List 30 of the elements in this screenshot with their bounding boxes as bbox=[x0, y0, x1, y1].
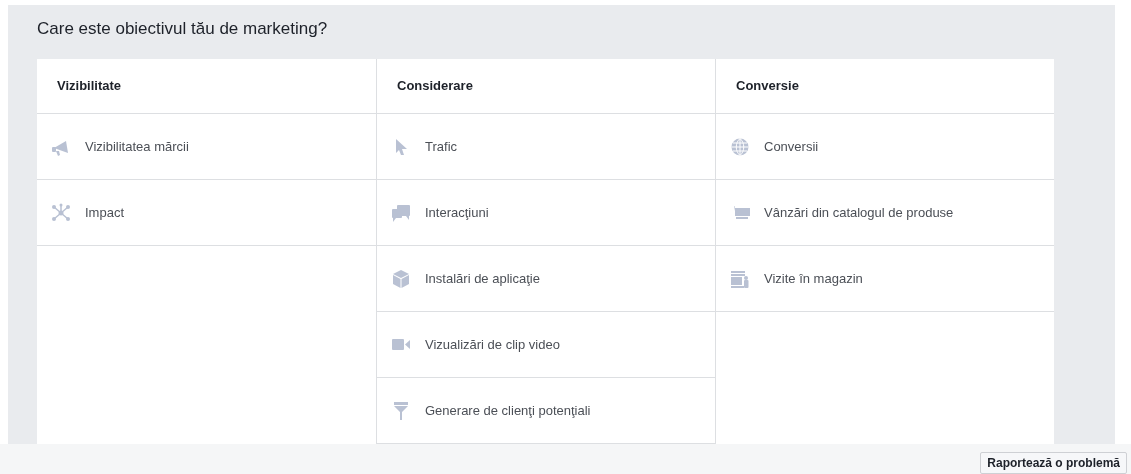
funnel-icon bbox=[391, 400, 411, 421]
column-header: Considerare bbox=[377, 59, 715, 114]
question-heading: Care este obiectivul tău de marketing? bbox=[37, 19, 329, 40]
network-icon bbox=[51, 202, 71, 223]
column-header: Vizibilitate bbox=[37, 59, 376, 114]
chat-bubbles-icon bbox=[391, 202, 411, 223]
option-label: Conversii bbox=[764, 139, 819, 154]
report-problem-button[interactable]: Raportează o problemă bbox=[980, 452, 1127, 474]
column-header: Conversie bbox=[716, 59, 1054, 114]
option-label: Interacţiuni bbox=[425, 205, 489, 220]
objective-option[interactable]: Vizibilitatea mărcii bbox=[37, 114, 376, 180]
objective-option[interactable]: Vizualizări de clip video bbox=[377, 312, 715, 378]
globe-icon bbox=[730, 136, 750, 157]
objective-option[interactable]: Impact bbox=[37, 180, 376, 246]
option-label: Instalări de aplicaţie bbox=[425, 271, 540, 286]
option-label: Impact bbox=[85, 205, 124, 220]
objective-option[interactable]: Trafic bbox=[377, 114, 715, 180]
option-label: Vizibilitatea mărcii bbox=[85, 139, 189, 154]
objective-option[interactable]: Vizite în magazin bbox=[716, 246, 1054, 312]
objective-option[interactable]: Instalări de aplicaţie bbox=[377, 246, 715, 312]
option-label: Vizite în magazin bbox=[764, 271, 863, 286]
objective-option[interactable]: Vânzări din catalogul de produse bbox=[716, 180, 1054, 246]
option-label: Vizualizări de clip video bbox=[425, 337, 560, 352]
option-label: Generare de clienţi potenţiali bbox=[425, 403, 591, 418]
box-icon bbox=[391, 268, 411, 289]
option-label: Trafic bbox=[425, 139, 458, 154]
objective-option[interactable]: Conversii bbox=[716, 114, 1054, 180]
option-label: Vânzări din catalogul de produse bbox=[764, 205, 954, 220]
objective-option[interactable]: Interacţiuni bbox=[377, 180, 715, 246]
store-icon bbox=[730, 268, 750, 289]
